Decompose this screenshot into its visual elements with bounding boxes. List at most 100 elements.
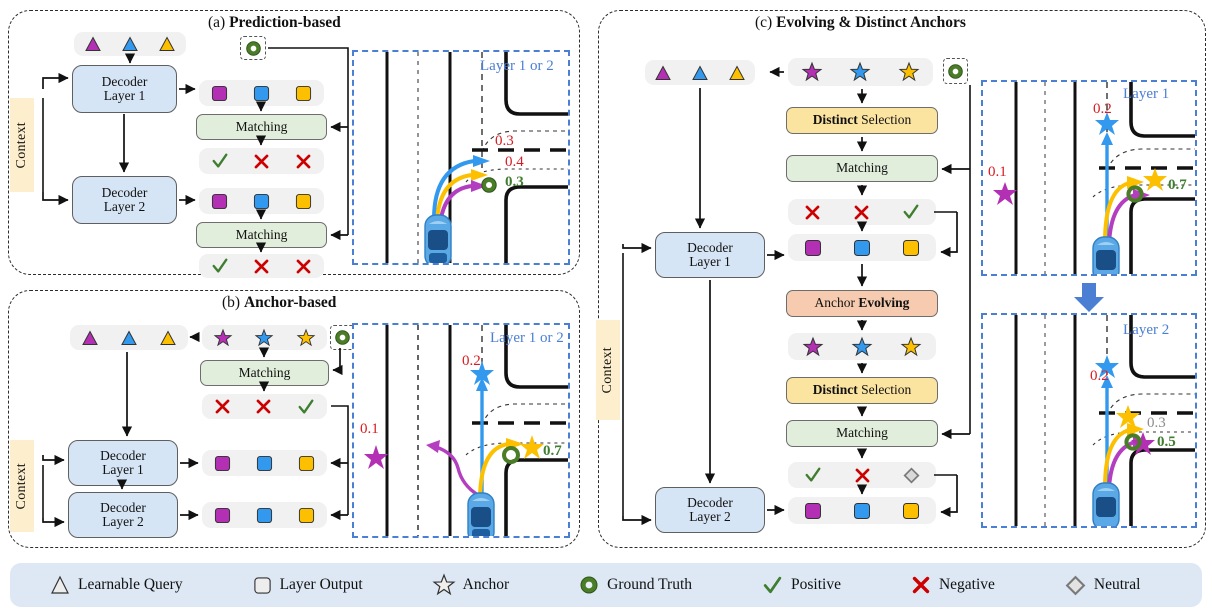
square-icon (215, 507, 231, 523)
panel-b-score-2: 0.7 (543, 443, 562, 459)
panel-c-scene2-label: Layer 2 (1123, 322, 1170, 338)
panel-b-output-strip-1 (202, 450, 327, 476)
triangle-icon (160, 329, 177, 345)
distinct-bold: Distinct (812, 382, 858, 398)
check-icon (298, 399, 314, 414)
cross-icon (255, 259, 269, 273)
panel-c-scene1-label: Layer 1 (1123, 86, 1170, 102)
decoder-1-line2: Layer 1 (102, 462, 144, 477)
star-icon (432, 573, 456, 596)
panel-a-matching-2: Matching (196, 222, 327, 248)
context-label: Context (600, 346, 615, 394)
context-label: Context (14, 462, 29, 510)
cross-icon (855, 468, 870, 482)
star-icon (802, 336, 824, 356)
panel-a-query-strip (74, 32, 186, 56)
star-icon (900, 336, 922, 356)
panel-b-output-strip-2 (202, 502, 327, 528)
anchor-star-yellow (520, 435, 544, 459)
panel-c-title-prefix: (c) (755, 14, 777, 31)
anchor-evolving-rest: Anchor (814, 295, 859, 311)
cross-icon (255, 154, 269, 168)
panel-c-ground-truth (943, 58, 968, 84)
square-icon (256, 507, 273, 523)
panel-a-output-strip-2 (199, 188, 324, 214)
distinct-rest: Selection (857, 382, 912, 398)
panel-c-decoder-layer-1: Decoder Layer 1 (655, 232, 765, 278)
panel-b-decoder-layer-2: Decoder Layer 2 (68, 492, 178, 538)
cross-icon (296, 154, 311, 168)
panel-a-scene-roads (385, 52, 568, 263)
donut-icon (948, 63, 963, 79)
matching-label: Matching (238, 364, 291, 380)
panel-b-query-strip (70, 325, 188, 350)
panel-b-result-strip (202, 394, 327, 419)
panel-a-score-2: 0.3 (505, 174, 524, 190)
panel-a-output-strip-1 (199, 80, 324, 106)
ego-vehicle (1092, 236, 1120, 274)
check-icon (903, 204, 919, 219)
panel-c-scene-layer1 (981, 80, 1197, 276)
decoder-1-line1: Decoder (100, 447, 146, 463)
ego-vehicle (1092, 482, 1120, 526)
square-icon (212, 85, 228, 101)
anchor-star-yellow (1143, 168, 1167, 191)
panel-b-score-1: 0.1 (360, 421, 379, 437)
triangle-icon (728, 64, 745, 80)
decoder-1-line2: Layer 1 (103, 88, 146, 103)
panel-a-scene (352, 50, 570, 265)
panel-a-result-strip-1 (199, 148, 324, 174)
panel-a-context: Context (10, 98, 34, 192)
panel-c-anchor-strip-top (788, 58, 933, 86)
donut-icon (580, 576, 598, 594)
panel-c-s2-score-0: 0.2 (1090, 368, 1109, 384)
square-icon (298, 455, 314, 471)
square-icon (256, 455, 273, 471)
diamond-icon (903, 466, 920, 484)
legend-item-anchor: Anchor (432, 573, 509, 596)
triangle-icon (121, 329, 137, 345)
panel-c-anchor-strip-mid (788, 333, 936, 360)
matching-label: Matching (235, 118, 288, 134)
square-icon (295, 85, 311, 101)
check-icon (212, 258, 228, 273)
triangle-icon (81, 329, 98, 345)
triangle-icon (655, 64, 672, 80)
cross-icon (854, 205, 869, 219)
decoder-2-line1: Decoder (100, 499, 146, 515)
panel-c-query-strip (645, 60, 755, 85)
panel-b-scene (352, 323, 570, 538)
legend-item-ground-truth: Ground Truth (579, 575, 692, 595)
star-icon (296, 328, 316, 346)
anchor-star-purple (364, 445, 388, 469)
square-icon (253, 576, 271, 594)
square-icon (253, 193, 270, 209)
panel-a-score-1: 0.4 (505, 154, 524, 170)
triangle-icon (122, 36, 138, 51)
panel-c-output-strip-2 (788, 497, 936, 524)
donut-icon (245, 40, 261, 56)
decoder-2-line2: Layer 2 (103, 199, 146, 214)
panel-c-title-text: Evolving & Distinct Anchors (776, 14, 966, 31)
panel-a-title-text: Prediction-based (229, 14, 341, 31)
panel-b-decoder-layer-1: Decoder Layer 1 (68, 440, 178, 486)
legend-item-learnable-query: Learnable Query (50, 575, 183, 595)
star-icon (213, 328, 233, 346)
panel-c-matching-2: Matching (786, 420, 938, 447)
panel-c-context: Context (596, 320, 620, 420)
square-icon (215, 455, 231, 471)
panel-c-s1-score-0: 0.2 (1093, 101, 1112, 117)
star-icon (801, 61, 823, 82)
panel-c-s1-score-1: 0.1 (988, 164, 1007, 180)
cross-icon (257, 399, 271, 414)
decoder-1-line2: Layer 1 (689, 254, 731, 269)
legend-item-layer-output: Layer Output (253, 576, 363, 595)
legend-item-negative: Negative (911, 575, 995, 595)
panel-a-title-prefix: (a) (208, 14, 230, 31)
triangle-icon (51, 575, 69, 594)
star-icon (850, 61, 871, 82)
square-icon (804, 239, 821, 256)
legend-item-neutral: Neutral (1065, 575, 1140, 596)
panel-a-result-strip-2 (199, 254, 324, 278)
matching-label: Matching (836, 160, 888, 176)
